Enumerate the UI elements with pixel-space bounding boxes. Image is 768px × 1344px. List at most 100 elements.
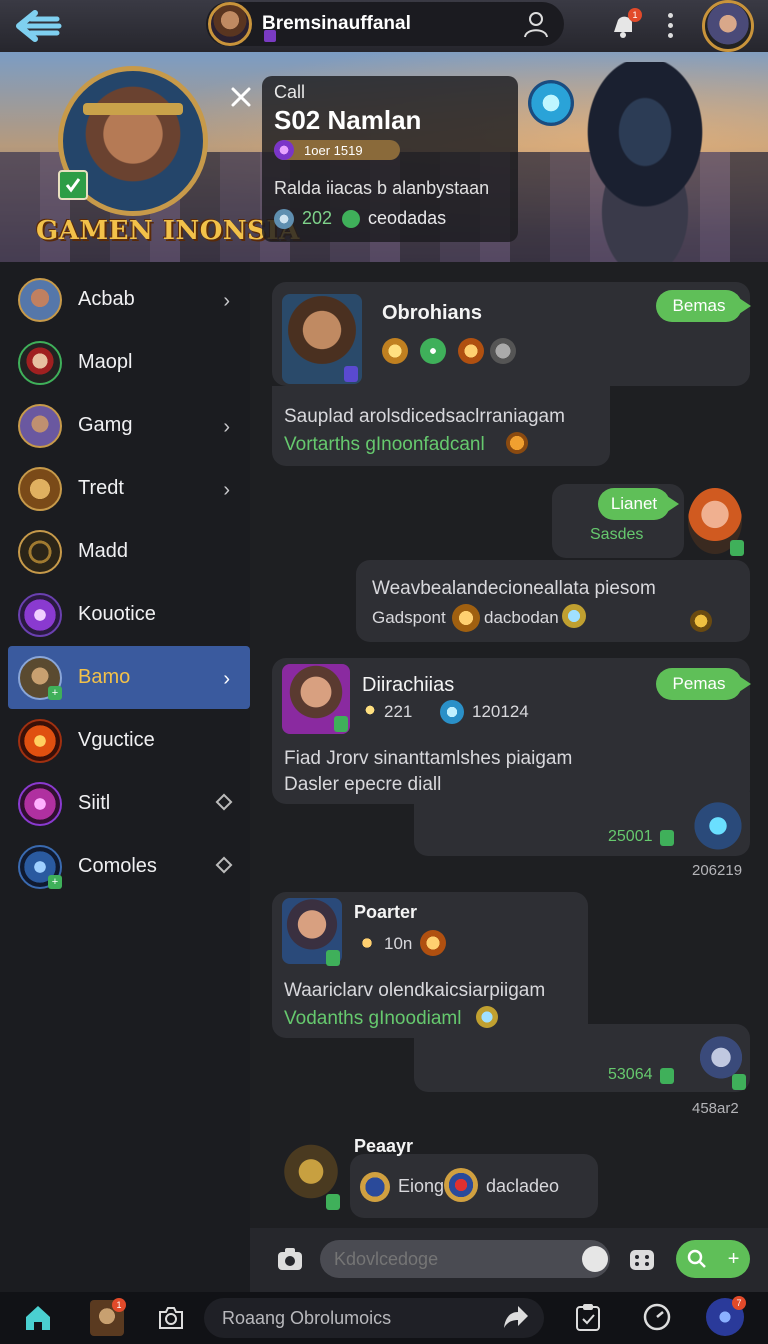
- sidebar: Acbab › Maopl Gamg › Tredt › Madd Kouoti…: [0, 262, 250, 1292]
- gauge-icon[interactable]: [642, 1302, 674, 1334]
- call-stats: 202 ceodadas: [274, 208, 446, 229]
- notification-count: 1: [628, 8, 642, 22]
- online-dot-icon: [342, 209, 361, 228]
- sidebar-item-label: Kouotice: [78, 603, 156, 625]
- stat-a: 221: [384, 702, 413, 721]
- stat-count: 202: [302, 208, 333, 228]
- emoji-icon[interactable]: [582, 1246, 608, 1272]
- orb-icon: [440, 700, 464, 724]
- nav-badge: 7: [732, 1296, 746, 1310]
- star-icon: [382, 338, 408, 364]
- chevron-right-icon: ›: [223, 668, 230, 690]
- sidebar-item-label: Madd: [78, 540, 129, 562]
- nav-badge: 1: [112, 1298, 126, 1312]
- chevron-right-icon: ›: [223, 479, 230, 501]
- checkmark-icon: [58, 170, 88, 200]
- profile-avatar[interactable]: [702, 0, 754, 52]
- bottom-search-field[interactable]: Roaang Obrolumoics: [204, 1298, 544, 1338]
- message-subline-b: dacbodan: [484, 608, 559, 627]
- message-text: Sauplad arolsdicedsaclrraniagam: [284, 406, 565, 427]
- sidebar-item-madd[interactable]: Madd: [0, 520, 250, 583]
- top-bar: Bremsinauffanal 1: [0, 0, 768, 52]
- plus-badge-icon: +: [48, 875, 62, 889]
- sidebar-item-label: Tredt: [78, 477, 124, 499]
- sidebar-item-label: Comoles: [78, 855, 157, 877]
- sidebar-item-kouotice[interactable]: Kouotice: [0, 583, 250, 646]
- kouotice-crystal-icon: [18, 592, 62, 637]
- message-text: Weavbealandecioneallata piesom: [372, 578, 656, 599]
- rank-text: 1oer 1519: [304, 142, 363, 158]
- outgoing-tag-pill[interactable]: Lianet: [598, 488, 679, 520]
- sidebar-item-tredt[interactable]: Tredt ›: [0, 457, 250, 520]
- call-kicker: Call: [274, 82, 306, 102]
- search-icon: [687, 1249, 706, 1268]
- call-card[interactable]: Call S02 Namlan 1oer 1519 Ralda iiacas b…: [262, 76, 518, 242]
- gem-icon: [274, 140, 294, 160]
- sidebar-item-comoles[interactable]: + Comoles: [0, 835, 250, 898]
- plus-icon: +: [727, 1247, 740, 1270]
- home-icon[interactable]: [22, 1302, 54, 1334]
- maopl-avatar-icon: [18, 340, 62, 385]
- chevron-right-icon: ›: [223, 290, 230, 312]
- sparkle-icon: [356, 932, 378, 954]
- message-author[interactable]: Peaayr: [354, 1136, 413, 1157]
- globe-icon: [274, 208, 294, 229]
- sidebar-item-siitl[interactable]: Siitl: [0, 772, 250, 835]
- sidebar-item-label: Maopl: [78, 351, 133, 373]
- plus-badge-icon: [730, 540, 744, 556]
- sidebar-item-maopl[interactable]: Maopl: [0, 331, 250, 394]
- gamg-avatar-icon: [18, 403, 62, 448]
- message-body-card: [356, 560, 750, 642]
- call-description: Ralda iiacas b alanbystaan: [274, 178, 490, 198]
- message-small-count: 53064: [608, 1066, 653, 1083]
- tredt-helmet-icon: [18, 466, 62, 511]
- arrowhead-icon: [690, 610, 712, 632]
- search-add-button[interactable]: +: [676, 1240, 750, 1278]
- user-profile-pill[interactable]: Bremsinauffanal: [206, 2, 564, 46]
- sidebar-item-label: Acbab: [78, 288, 135, 310]
- plus-badge-icon: [732, 1074, 746, 1090]
- plus-badge-icon: +: [48, 686, 62, 700]
- message-author[interactable]: Poarter: [354, 902, 417, 923]
- notification-bell-icon[interactable]: 1: [608, 8, 642, 42]
- back-arrow-icon[interactable]: [10, 6, 66, 46]
- skull-icon: [420, 930, 446, 956]
- skull-icon: [458, 338, 484, 364]
- sidebar-item-bamo[interactable]: + Bamo ›: [8, 646, 250, 709]
- tag-pill[interactable]: Bemas: [656, 290, 751, 322]
- dice-icon: [444, 1168, 478, 1202]
- message-link[interactable]: Vortarths gInoonfadcanl: [284, 434, 485, 456]
- person-icon[interactable]: [522, 10, 550, 38]
- sidebar-item-acbab[interactable]: Acbab ›: [0, 268, 250, 331]
- clipboard-icon[interactable]: [574, 1302, 606, 1334]
- close-icon[interactable]: [224, 80, 258, 114]
- hero-banner: GAMEN INONSIA Call S02 Namlan 1oer 1519 …: [0, 52, 768, 262]
- coin-icon: [452, 604, 480, 632]
- apps-grid-icon[interactable]: [628, 1246, 656, 1274]
- more-options-icon[interactable]: [660, 10, 680, 40]
- sidebar-item-label: Vguctice: [78, 729, 155, 751]
- message-input[interactable]: [320, 1240, 610, 1278]
- camera-icon[interactable]: [156, 1302, 188, 1334]
- camera-icon[interactable]: [276, 1246, 304, 1272]
- rank-bar: 1oer 1519: [274, 140, 400, 160]
- plus-badge-icon: [660, 830, 674, 846]
- message-author[interactable]: Diirachiias: [362, 674, 454, 697]
- user-avatar[interactable]: [208, 2, 252, 46]
- madd-compass-icon: [18, 529, 62, 574]
- sidebar-item-gamg[interactable]: Gamg ›: [0, 394, 250, 457]
- message-text: Waariclarv olendkaicsiarpiigam: [284, 980, 546, 1001]
- message-link[interactable]: Vodanths gInoodiaml: [284, 1008, 461, 1030]
- share-arrow-icon[interactable]: [502, 1302, 534, 1334]
- diamond-icon: [215, 793, 233, 811]
- message-text: Dasler epecre diall: [284, 774, 442, 795]
- edit-badge-icon: [344, 366, 358, 382]
- message-small-count: 25001: [608, 828, 653, 845]
- message-author[interactable]: Obrohians: [382, 302, 482, 325]
- plus-badge-icon: [326, 1194, 340, 1210]
- timestamp: 458ar2: [692, 1100, 739, 1117]
- sidebar-item-vguctice[interactable]: Vguctice: [0, 709, 250, 772]
- chat-area: Obrohians Bemas Sauplad arolsdicedsaclrr…: [250, 262, 768, 1228]
- tag-pill[interactable]: Pemas: [656, 668, 751, 700]
- rank-badge-icon: [264, 30, 276, 42]
